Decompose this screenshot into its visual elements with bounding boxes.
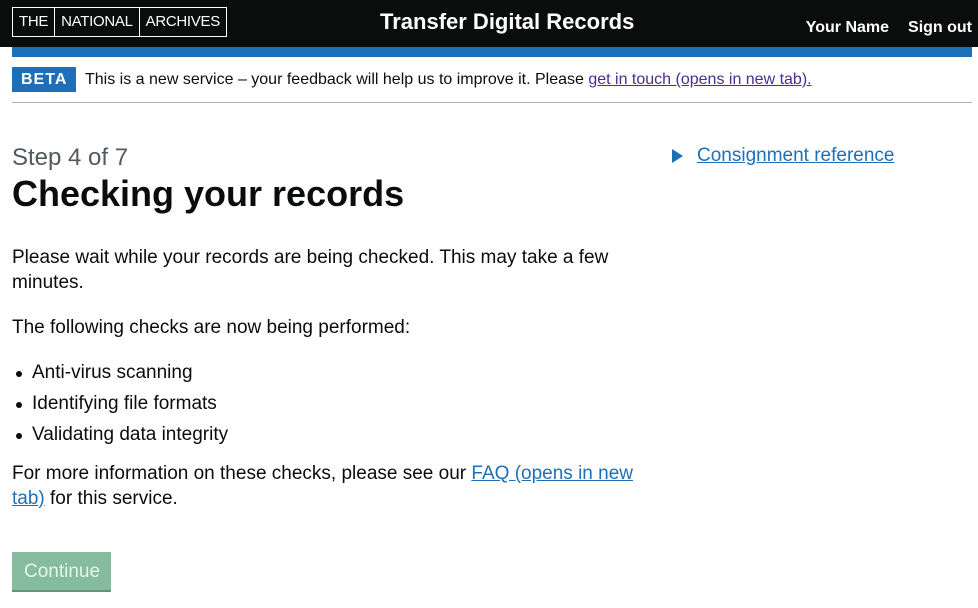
header-blue-bar (12, 47, 972, 57)
logo-word-the: THE (19, 13, 49, 30)
more-info-before: For more information on these checks, pl… (12, 463, 472, 484)
step-caption: Step 4 of 7 (12, 144, 129, 171)
header-navigation: Your Name Sign out (806, 18, 972, 38)
disclosure-triangle-icon (672, 149, 683, 163)
main-content: Step 4 of 7 Checking your records Please… (12, 144, 642, 590)
phase-banner-text: This is a new service – your feedback wi… (85, 70, 812, 90)
list-item: Validating data integrity (12, 422, 642, 447)
page-title: Checking your records (12, 173, 405, 214)
sign-out-link[interactable]: Sign out (908, 18, 972, 38)
logo-word-archives: ARCHIVES (138, 8, 226, 36)
continue-button[interactable]: Continue (12, 552, 112, 590)
wait-message: Please wait while your records are being… (12, 247, 609, 293)
national-archives-logo[interactable]: THE NATIONAL ARCHIVES (12, 7, 227, 37)
more-info-text: For more information on these checks, pl… (12, 461, 642, 511)
consignment-reference-details[interactable]: Consignment reference (672, 145, 895, 167)
phase-banner-message: This is a new service – your feedback wi… (85, 71, 589, 88)
feedback-link[interactable]: get in touch (opens in new tab). (588, 71, 811, 88)
beta-tag: BETA (12, 67, 77, 92)
list-item: Anti-virus scanning (12, 360, 642, 385)
checks-list: Anti-virus scanning Identifying file for… (12, 360, 642, 447)
phase-banner: BETA This is a new service – your feedba… (12, 66, 972, 103)
list-item: Identifying file formats (12, 391, 642, 416)
consignment-reference-summary[interactable]: Consignment reference (697, 145, 895, 167)
user-name-link[interactable]: Your Name (806, 18, 889, 38)
logo-word-national: NATIONAL (54, 8, 139, 36)
more-info-after: for this service. (44, 488, 178, 509)
service-name-link[interactable]: Transfer Digital Records (380, 9, 634, 35)
site-header: THE NATIONAL ARCHIVES Transfer Digital R… (0, 0, 978, 47)
checks-intro: The following checks are now being perfo… (12, 317, 411, 338)
